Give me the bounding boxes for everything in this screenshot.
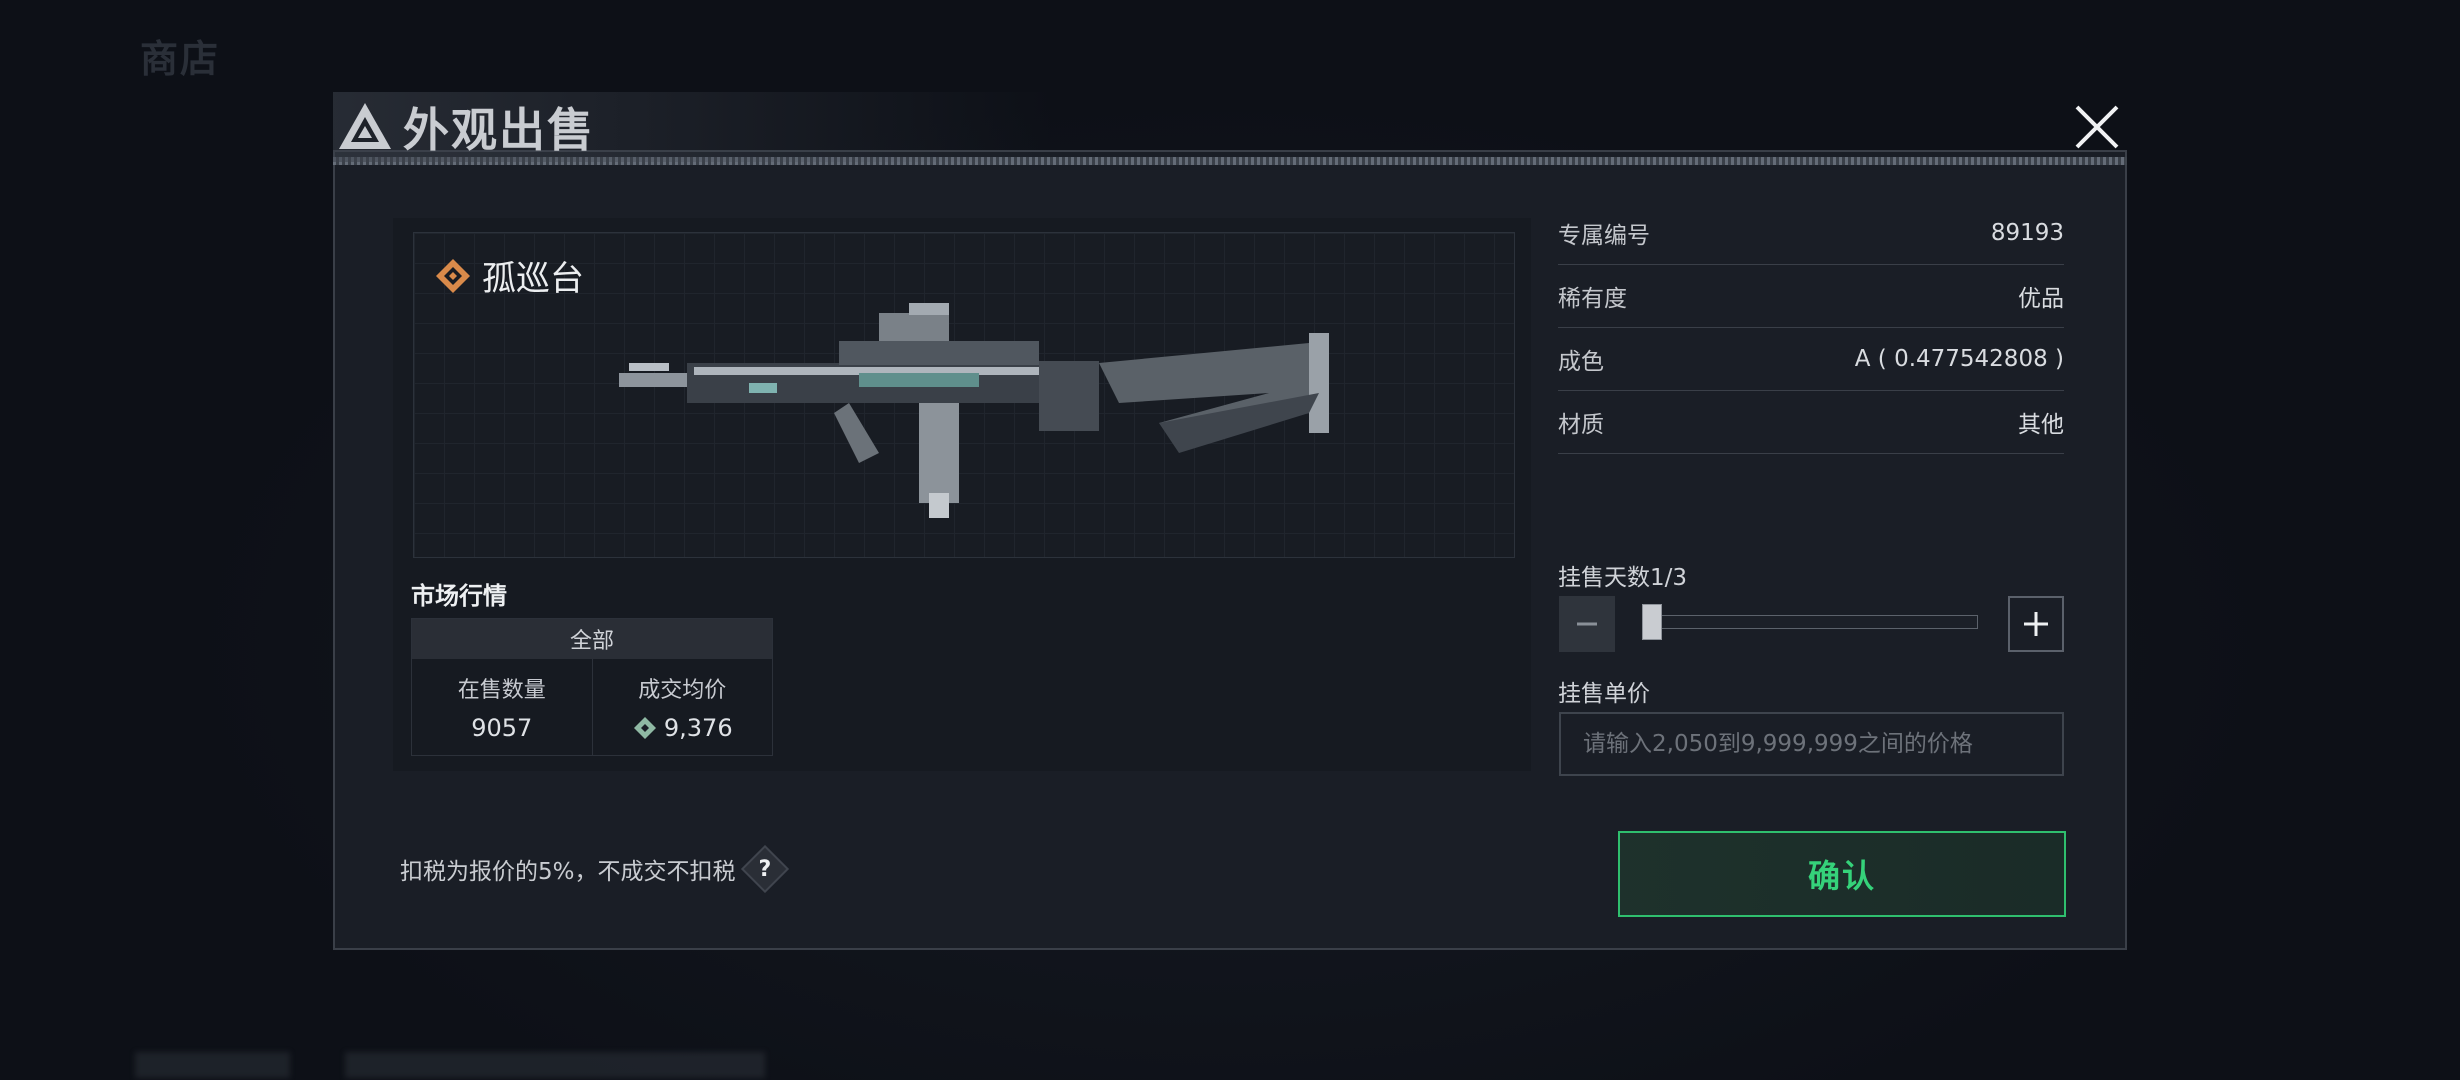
- avg-price-column: 成交均价 9,376: [591, 659, 773, 755]
- dialog-title: 外观出售: [403, 103, 595, 157]
- avg-price-value-row: 9,376: [632, 714, 733, 742]
- days-increase-button[interactable]: [2008, 596, 2064, 652]
- dialog-header: 外观出售: [333, 92, 1053, 162]
- plus-icon: [2024, 612, 2048, 636]
- days-slider-handle[interactable]: [1642, 604, 1662, 640]
- info-value: 优品: [2018, 286, 2064, 312]
- info-key: 成色: [1558, 349, 1604, 375]
- days-decrease-button[interactable]: [1559, 596, 1615, 652]
- info-row-id: 专属编号 89193: [1558, 202, 2064, 265]
- tax-notice: 扣税为报价的5%，不成交不扣税 ?: [400, 844, 789, 894]
- confirm-button[interactable]: 确认: [1618, 831, 2066, 917]
- item-name: 孤巡台: [482, 259, 584, 299]
- background-blurred-text: [345, 1052, 765, 1078]
- close-icon: [2075, 105, 2119, 149]
- diamond-rarity-icon: [436, 258, 470, 293]
- confirm-label: 确认: [1807, 857, 1876, 895]
- ticket-currency-icon: [633, 717, 656, 739]
- info-row-condition: 成色 A ( 0.477542808 ): [1558, 328, 2064, 391]
- help-label: ?: [758, 856, 771, 882]
- help-icon[interactable]: ?: [740, 844, 789, 894]
- days-slider-track[interactable]: [1642, 615, 1978, 629]
- close-button[interactable]: [2068, 98, 2126, 156]
- on-sale-label: 在售数量: [457, 678, 546, 703]
- info-value: 其他: [2018, 412, 2064, 438]
- price-input[interactable]: [1559, 712, 2064, 776]
- listing-days-label: 挂售天数1/3: [1558, 565, 1688, 591]
- weapon-image: [619, 303, 1329, 518]
- item-info-list: 专属编号 89193 稀有度 优品 成色 A ( 0.477542808 ) 材…: [1558, 202, 2064, 454]
- on-sale-value: 9057: [471, 714, 533, 742]
- avg-price-label: 成交均价: [638, 678, 727, 703]
- item-name-row: 孤巡台: [434, 251, 584, 300]
- info-key: 稀有度: [1558, 286, 1627, 312]
- tax-text: 扣税为报价的5%，不成交不扣税: [400, 859, 736, 885]
- background-blurred-text: [135, 1052, 290, 1078]
- info-value: 89193: [1990, 220, 2064, 246]
- market-title: 市场行情: [411, 582, 507, 610]
- info-row-material: 材质 其他: [1558, 391, 2064, 454]
- avg-price-value: 9,376: [663, 714, 733, 742]
- info-key: 专属编号: [1558, 223, 1650, 249]
- item-preview-panel: 孤巡台 市场行情 全部 在售数量 9057 成交均价 9,376: [393, 218, 1531, 771]
- on-sale-column: 在售数量 9057: [412, 659, 592, 755]
- info-row-rarity: 稀有度 优品: [1558, 265, 2064, 328]
- market-table: 全部 在售数量 9057 成交均价 9,376: [411, 618, 773, 756]
- info-key: 材质: [1558, 412, 1604, 438]
- background-title: 商店: [140, 37, 221, 81]
- market-tab-all[interactable]: 全部: [412, 619, 772, 659]
- minus-icon: [1577, 622, 1597, 626]
- weapon-preview-grid: 孤巡台: [413, 232, 1515, 558]
- info-value: A ( 0.477542808 ): [1854, 346, 2064, 372]
- brand-logo-icon: [339, 103, 391, 149]
- listing-price-label: 挂售单价: [1558, 681, 1650, 707]
